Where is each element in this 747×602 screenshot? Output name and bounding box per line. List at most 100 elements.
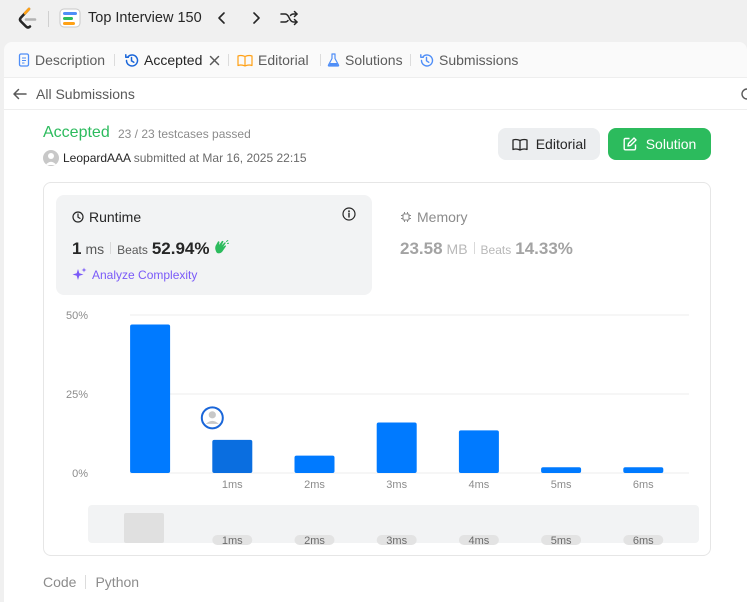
runtime-value-row: 1 ms Beats 52.94% [72,239,229,259]
arrow-left-icon [13,88,27,100]
chart-bar [130,324,171,473]
analyze-complexity-button[interactable]: Analyze Complexity [72,267,197,282]
memory-value: 23.58 [400,239,443,258]
beats-label: Beats [480,243,512,257]
editorial-button[interactable]: Editorial [498,128,600,160]
avatar[interactable] [43,150,59,166]
runtime-distribution-chart[interactable]: 50% 25% 0% 1ms 2ms 3ms 4ms 5ms 6ms 1ms 2ms 3ms 4ms 5m… [44,303,712,551]
book-icon [512,138,528,151]
chart-bar [458,430,499,473]
tab-bar: Description Accepted Editorial Solutions… [4,42,747,78]
code-label: Code [43,574,77,590]
history-icon [420,53,434,67]
x-tick-label: 3ms [386,479,407,491]
tab-accepted[interactable]: Accepted [124,51,220,69]
tab-label: Submissions [439,52,519,68]
all-submissions-link[interactable]: All Submissions [12,86,135,102]
tab-description[interactable]: Description [18,51,105,69]
divider [4,109,747,110]
range-handle [124,513,164,543]
chart-bar [294,455,335,473]
memory-panel[interactable]: Memory 23.58 MB Beats 14.33% [384,195,700,295]
clock-icon [72,211,84,223]
x-tick-label: 5ms [551,479,572,491]
memory-header: Memory [400,209,468,225]
submission-panel: All Submissions Accepted 23 / 23 testcas… [4,78,747,602]
tab-label: Accepted [144,52,203,68]
tab-divider [114,54,115,66]
chart-bar [541,467,582,473]
submitted-time: submitted at Mar 16, 2025 22:15 [133,151,307,165]
tab-label: Editorial [258,52,309,68]
memory-value-row: 23.58 MB Beats 14.33% [400,239,573,259]
runtime-value: 1 [72,239,82,258]
close-icon [210,55,220,65]
submission-meta: LeopardAAA submitted at Mar 16, 2025 22:… [63,151,307,165]
shuffle-icon [280,10,298,26]
beats-label: Beats [117,243,148,257]
solution-button[interactable]: Solution [608,128,711,160]
chart-bar [623,467,664,473]
problem-list-icon[interactable] [59,8,81,28]
prev-problem-button[interactable] [212,8,232,28]
runtime-label: Runtime [89,209,142,225]
book-icon [237,54,253,67]
runtime-unit: ms [85,241,105,257]
y-tick-label: 0% [72,468,88,480]
top-nav: Top Interview 150 [0,0,747,38]
x-tick-label: 4ms [469,479,490,491]
tab-label: Description [35,52,106,68]
x-tick-label: 6ms [633,479,654,491]
tab-editorial[interactable]: Editorial [237,51,309,69]
code-header: Code Python [43,574,139,590]
memory-label: Memory [417,209,468,225]
tab-divider [320,54,321,66]
clapping-hands-icon [214,240,229,259]
tab-divider [228,54,229,66]
code-language[interactable]: Python [95,574,139,590]
range-label: 1ms [222,535,243,547]
x-tick-label: 2ms [304,479,325,491]
tab-label: Solutions [345,52,403,68]
share-icon[interactable] [739,86,747,107]
divider [48,11,49,27]
divider [473,242,475,254]
divider [110,242,112,254]
runtime-header: Runtime [72,209,141,225]
chip-icon [401,212,411,222]
random-problem-button[interactable] [279,8,299,28]
performance-card: Runtime 1 ms Beats 52.94% Analyze Comple… [43,182,711,556]
solution-button-label: Solution [645,136,697,152]
info-icon[interactable] [342,207,356,226]
x-tick-label: 1ms [222,479,243,491]
memory-unit: MB [446,241,468,257]
range-label: 4ms [469,535,490,547]
analyze-label: Analyze Complexity [92,267,198,282]
username[interactable]: LeopardAAA [63,151,130,165]
flask-icon [327,53,340,67]
memory-beats-percent: 14.33% [515,239,573,258]
divider [85,575,87,589]
editorial-button-label: Editorial [535,136,587,152]
back-label: All Submissions [36,86,135,102]
tab-solutions[interactable]: Solutions [327,51,403,69]
status-accepted: Accepted [43,124,110,141]
document-icon [18,53,30,67]
chevron-right-icon [253,12,260,24]
edit-icon [623,137,637,151]
next-problem-button[interactable] [246,8,266,28]
leetcode-logo-icon[interactable] [16,7,38,31]
runtime-panel[interactable]: Runtime 1 ms Beats 52.94% Analyze Comple… [56,195,372,295]
range-label: 2ms [304,535,325,547]
chevron-left-icon [218,12,225,24]
y-tick-label: 25% [66,389,88,401]
range-label: 3ms [386,535,407,547]
history-icon [125,53,139,67]
problem-list-title[interactable]: Top Interview 150 [88,10,202,26]
tab-submissions[interactable]: Submissions [419,51,518,69]
testcases-passed: 23 / 23 testcases passed [118,127,251,141]
y-tick-label: 50% [66,310,88,322]
tab-divider [410,54,411,66]
chart-bar [376,422,417,473]
sparkle-icon [72,267,87,280]
